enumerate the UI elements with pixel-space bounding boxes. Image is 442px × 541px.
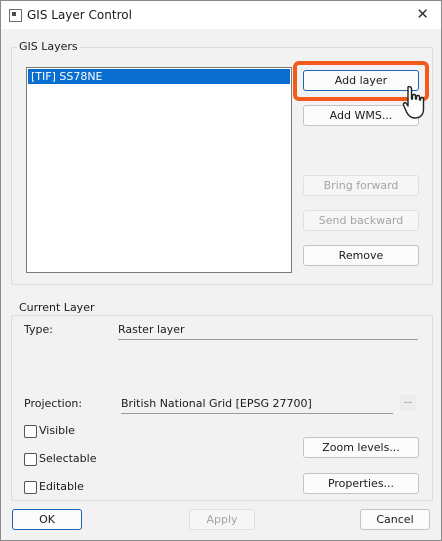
current-layer-group-label: Current Layer <box>17 301 97 314</box>
gis-layer-control-dialog: GIS Layer Control ✕ GIS Layers [TIF] SS7… <box>0 0 442 541</box>
type-value: Raster layer <box>118 323 418 340</box>
zoom-levels-button[interactable]: Zoom levels... <box>303 437 419 458</box>
projection-value: British National Grid [EPSG 27700] <box>121 397 393 414</box>
properties-button[interactable]: Properties... <box>303 473 419 494</box>
selectable-checkbox-label: Selectable <box>39 452 97 465</box>
projection-browse-button[interactable]: ... <box>400 395 416 411</box>
layer-list[interactable]: [TIF] SS78NE <box>26 67 292 273</box>
gis-layers-group-label: GIS Layers <box>17 40 80 53</box>
remove-button[interactable]: Remove <box>303 245 419 266</box>
ok-button[interactable]: OK <box>12 509 82 530</box>
send-backward-button[interactable]: Send backward <box>303 210 419 231</box>
window-icon <box>9 9 22 22</box>
close-icon[interactable]: ✕ <box>416 5 429 23</box>
cancel-button[interactable]: Cancel <box>360 509 430 530</box>
layer-list-item[interactable]: [TIF] SS78NE <box>28 69 290 84</box>
title-bar: GIS Layer Control ✕ <box>1 1 441 29</box>
bring-forward-button[interactable]: Bring forward <box>303 175 419 196</box>
visible-checkbox[interactable] <box>24 425 37 438</box>
editable-checkbox-label: Editable <box>39 480 84 493</box>
editable-checkbox[interactable] <box>24 481 37 494</box>
mouse-pointer-icon <box>402 85 425 119</box>
visible-checkbox-label: Visible <box>39 424 75 437</box>
apply-button[interactable]: Apply <box>189 509 255 530</box>
selectable-checkbox[interactable] <box>24 453 37 466</box>
window-title: GIS Layer Control <box>27 8 132 22</box>
type-label: Type: <box>24 323 53 336</box>
projection-label: Projection: <box>24 397 83 410</box>
